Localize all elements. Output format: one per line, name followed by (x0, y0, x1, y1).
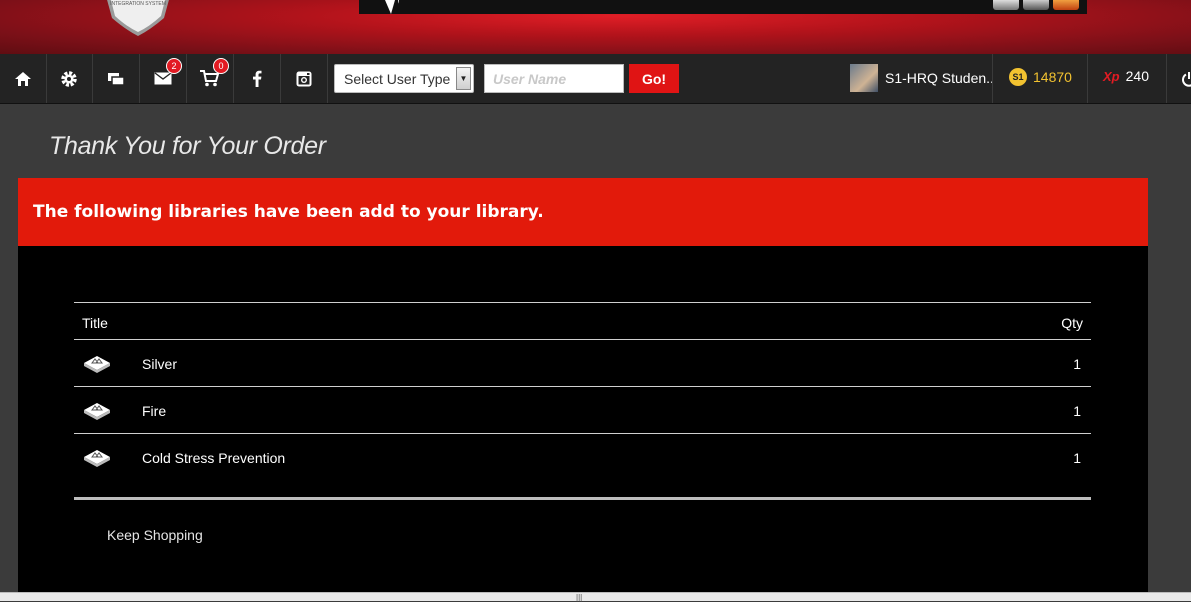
settings-button[interactable] (46, 54, 93, 103)
top-banner: INTEGRATION SYSTEM (0, 0, 1191, 54)
item-qty: 1 (1073, 450, 1081, 466)
home-button[interactable] (0, 54, 47, 103)
s1-coin-icon: S1 (1009, 68, 1027, 86)
home-icon (15, 71, 31, 86)
header-qty: Qty (1061, 315, 1083, 331)
facebook-button[interactable] (234, 54, 281, 103)
ad-banner[interactable] (359, 0, 1087, 14)
success-alert: The following libraries have been add to… (18, 178, 1148, 246)
header-title: Title (82, 315, 108, 331)
table-row: Cold Stress Prevention 1 (74, 434, 1091, 480)
order-table: Title Qty Silver 1 Fire 1 Cold Stress Pr… (74, 302, 1091, 480)
scroll-grip-icon[interactable]: ||| (576, 593, 582, 602)
ad-graphic (385, 0, 412, 14)
page-title: Thank You for Your Order (49, 132, 326, 160)
s1-points-value: 14870 (1033, 69, 1072, 85)
item-title: Silver (142, 356, 178, 372)
mail-button[interactable]: 2 (140, 54, 187, 103)
item-title: Cold Stress Prevention (142, 450, 286, 466)
instagram-icon (296, 71, 312, 86)
facebook-icon (253, 70, 262, 87)
user-type-value: Select User Type (344, 71, 451, 87)
library-icon (84, 356, 110, 373)
logo-text: INTEGRATION SYSTEM (110, 1, 166, 7)
library-icon (84, 450, 110, 467)
logout-button[interactable] (1174, 54, 1191, 103)
nav-bar: 2 0 Select User Type ▼ Go! S1-HRQ Studen… (0, 54, 1191, 104)
chevron-down-icon[interactable]: ▼ (456, 67, 471, 90)
go-button[interactable]: Go! (629, 64, 679, 93)
xp-points-value: 240 (1125, 68, 1149, 84)
cart-button[interactable]: 0 (187, 54, 234, 103)
table-divider (74, 497, 1091, 500)
item-qty: 1 (1073, 403, 1081, 419)
power-icon (1182, 71, 1191, 87)
table-row: Silver 1 (74, 340, 1091, 387)
item-title: Fire (142, 403, 167, 419)
table-header: Title Qty (74, 303, 1091, 340)
order-panel: Title Qty Silver 1 Fire 1 Cold Stress Pr… (18, 246, 1148, 592)
user-name: S1-HRQ Studen.. (885, 70, 994, 86)
s1-points[interactable]: S1 14870 (1009, 68, 1072, 86)
logo-shield: INTEGRATION SYSTEM (107, 0, 169, 36)
table-row: Fire 1 (74, 387, 1091, 434)
chat-icon (108, 72, 125, 86)
library-icon (84, 403, 110, 420)
xp-points[interactable]: Xp 240 (1103, 68, 1149, 84)
messages-button[interactable] (93, 54, 140, 103)
xp-icon: Xp (1103, 68, 1120, 84)
username-input[interactable] (484, 64, 624, 93)
item-qty: 1 (1073, 356, 1081, 372)
keep-shopping-link[interactable]: Keep Shopping (107, 527, 203, 543)
instagram-button[interactable] (281, 54, 328, 103)
user-profile[interactable]: S1-HRQ Studen.. (850, 63, 994, 93)
avatar (850, 64, 878, 92)
cart-badge: 0 (213, 58, 229, 74)
mail-badge: 2 (166, 58, 182, 74)
mail-icon (154, 72, 172, 85)
user-type-select[interactable]: Select User Type ▼ (334, 64, 474, 93)
gear-icon (61, 70, 77, 87)
